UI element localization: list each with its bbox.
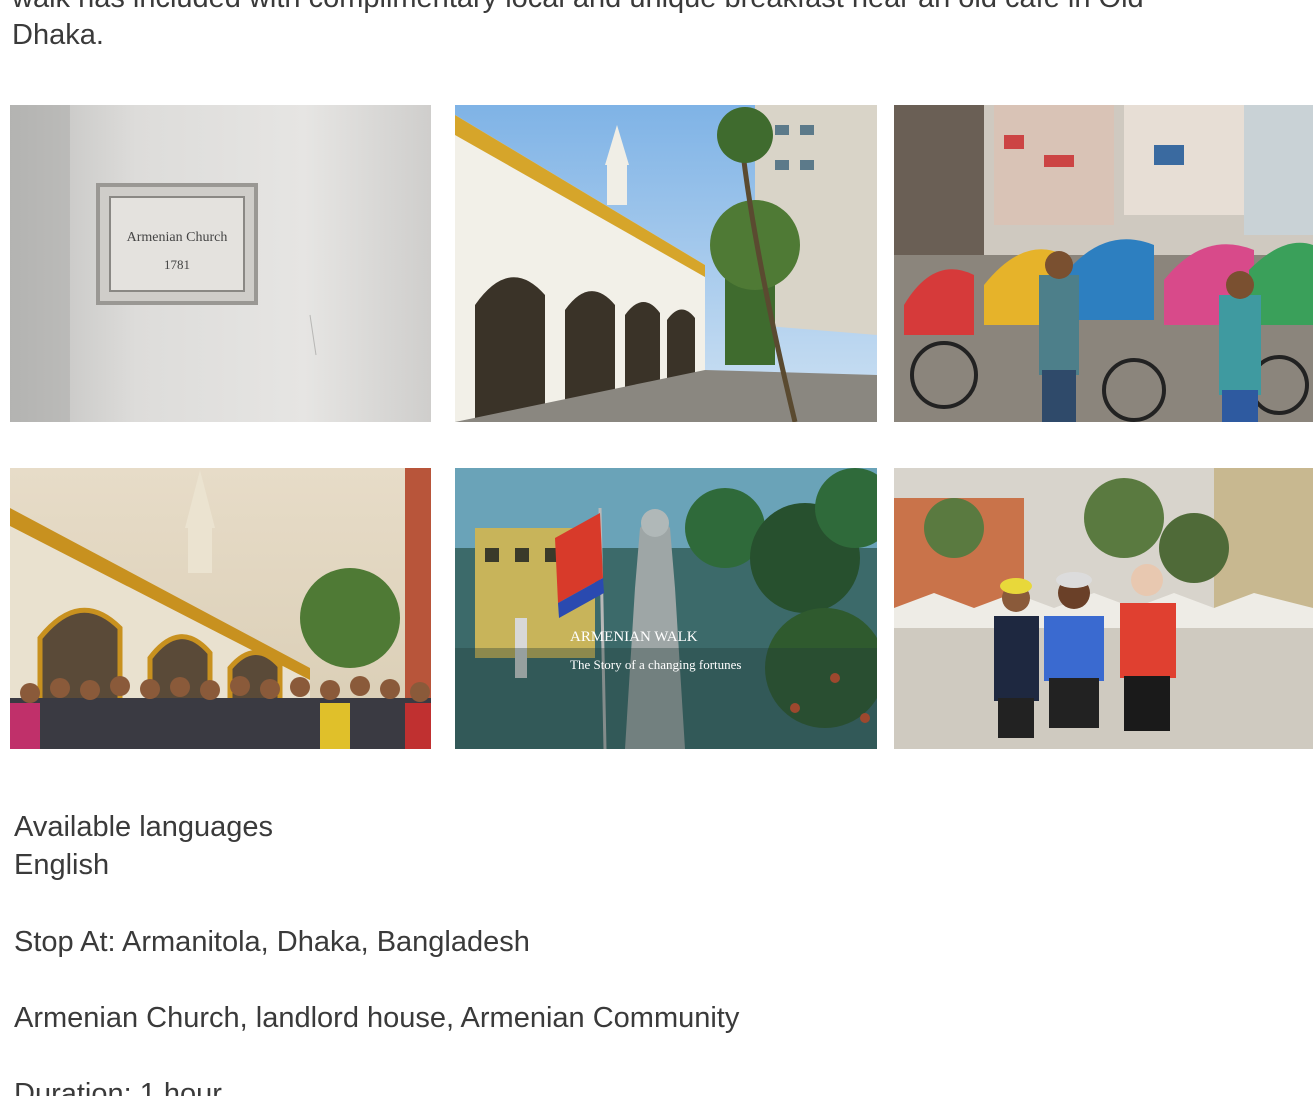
church-arcade-photo[interactable] bbox=[455, 105, 877, 422]
cyclists-photo[interactable] bbox=[894, 468, 1313, 749]
available-languages-label: Available languages bbox=[14, 811, 274, 843]
stop-at-text: Stop At: Armanitola, Dhaka, Bangladesh bbox=[14, 926, 530, 958]
available-languages-value: English bbox=[14, 849, 110, 881]
church-plaque-photo[interactable]: Armenian Church 1781 bbox=[10, 105, 431, 422]
plaque-line-1: Armenian Church bbox=[127, 230, 228, 245]
intro-line-1: walk has included with complimentary loc… bbox=[12, 0, 1144, 14]
duration-text: Duration: 1 hour bbox=[14, 1078, 222, 1096]
rickshaw-street-photo[interactable] bbox=[894, 105, 1313, 422]
intro-line-2: Dhaka. bbox=[12, 19, 104, 51]
poster-title: ARMENIAN WALK bbox=[570, 629, 698, 645]
places-text: Armenian Church, landlord house, Armenia… bbox=[14, 1002, 740, 1034]
group-at-church-photo[interactable] bbox=[10, 468, 431, 749]
poster-subtitle: The Story of a changing fortunes bbox=[570, 657, 741, 672]
intro-paragraph: walk has included with complimentary loc… bbox=[12, 0, 1282, 54]
armenian-walk-poster-photo[interactable]: ARMENIAN WALK The Story of a changing fo… bbox=[455, 468, 877, 749]
plaque-line-2: 1781 bbox=[164, 257, 190, 272]
